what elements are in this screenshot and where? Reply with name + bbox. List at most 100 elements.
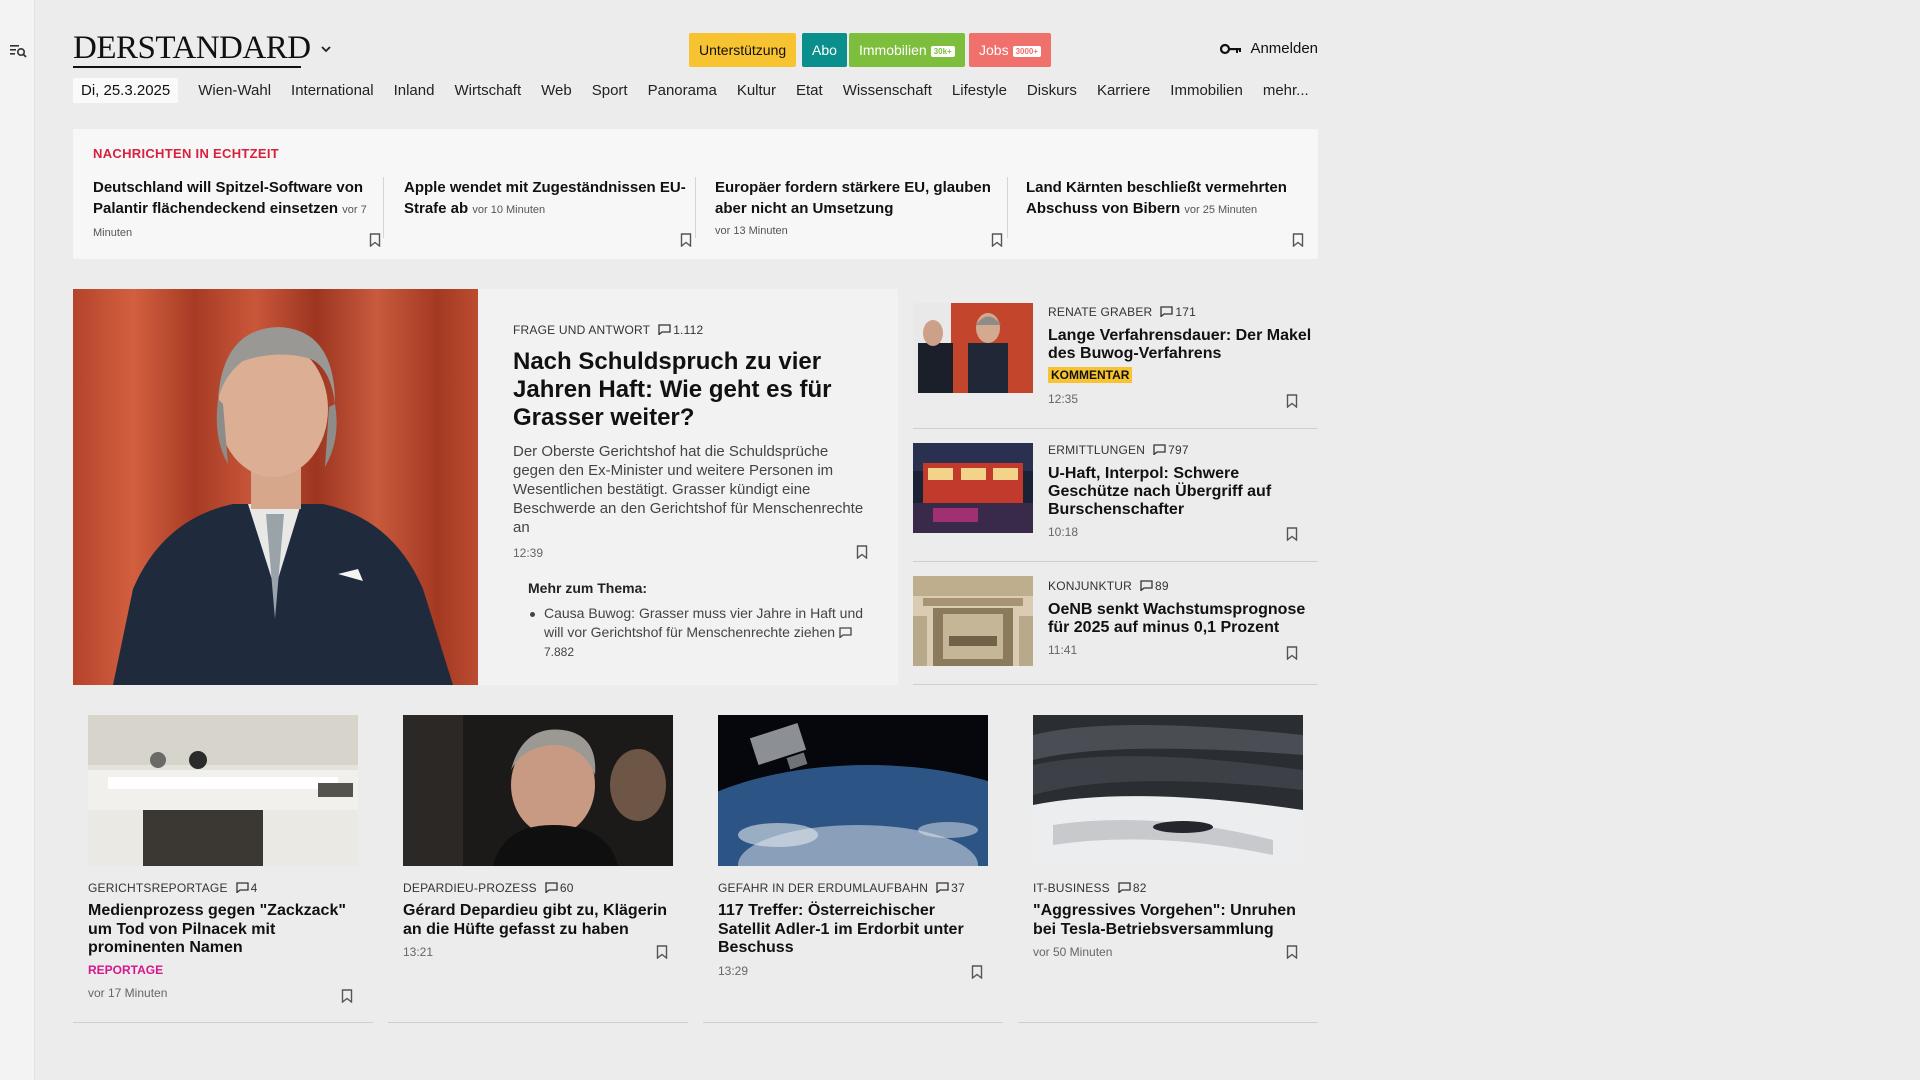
bookmark-icon[interactable] [1286,945,1298,959]
comment-icon [658,324,671,336]
story-card-image[interactable] [718,715,988,866]
bookmark-icon[interactable] [341,989,353,1003]
nav-item-sport[interactable]: Sport [582,82,638,99]
side-story-title[interactable]: OeNB senkt Wachstumsprognose für 2025 au… [1048,601,1313,637]
site-logo[interactable]: DERSTANDARD [73,28,311,68]
nav-item-web[interactable]: Web [531,82,582,99]
story-time: 13:21 [403,945,434,959]
nav-item-wien-wahl[interactable]: Wien-Wahl [188,82,281,99]
comment-count[interactable]: 82 [1118,881,1147,895]
lead-story-image[interactable] [73,289,478,685]
nav-item-lifestyle[interactable]: Lifestyle [942,82,1017,99]
side-story: RENATE GRABER 171 Lange Verfahrensdauer: … [913,303,1318,429]
bookmark-icon[interactable] [856,545,868,559]
side-story: ERMITTLUNGEN 797 U-Haft, Interpol: Schwer… [913,443,1318,562]
bookmark-icon[interactable] [656,945,668,959]
comment-icon [1118,882,1131,894]
related-item[interactable]: Causa Buwog: Grasser muss vier Jahre in … [530,604,873,662]
chevron-down-icon[interactable] [319,42,333,56]
bookmark-icon[interactable] [971,965,983,979]
story-card-body: GEFAHR IN DER ERDUMLAUFBAHN 37 117 Treffe… [718,881,988,978]
story-card: GEFAHR IN DER ERDUMLAUFBAHN 37 117 Treffe… [703,715,1003,1023]
jobs-count-badge: 3000+ [1012,45,1042,57]
bookmark-icon[interactable] [680,233,692,247]
ticker-divider [695,177,696,238]
nav-item-wissenschaft[interactable]: Wissenschaft [833,82,942,99]
ticker-item[interactable]: Deutschland will Spitzel-Software von Pa… [93,177,383,247]
bookmark-icon[interactable] [1286,394,1298,408]
comment-count[interactable]: 797 [1153,443,1189,457]
login-button[interactable]: Anmelden [1220,38,1318,60]
bookmark-icon[interactable] [1292,233,1304,247]
ticker-item[interactable]: Land Kärnten beschließt vermehrten Absch… [1026,177,1306,247]
story-kicker: GEFAHR IN DER ERDUMLAUFBAHN 37 [718,881,988,895]
story-category: KONJUNKTUR [1048,579,1133,593]
immobilien-button[interactable]: Immobilien 30k+ [849,33,965,67]
bookmark-icon[interactable] [991,233,1003,247]
ticker-item-title: Deutschland will Spitzel-Software von Pa… [93,179,364,217]
current-date: Di, 25.3.2025 [73,77,179,103]
bookmark-icon[interactable] [369,233,381,247]
abo-label: Abo [812,42,837,58]
side-story-body: RENATE GRABER 171 Lange Verfahrensdauer: … [1048,305,1313,406]
nav-item-more[interactable]: mehr... [1253,82,1319,99]
comment-count[interactable]: 171 [1160,305,1196,319]
ticker-item[interactable]: Apple wendet mit Zugeständnissen EU-Stra… [404,177,694,247]
comment-count[interactable]: 4 [236,881,258,895]
abo-button[interactable]: Abo [802,33,847,67]
nav-item-panorama[interactable]: Panorama [638,82,727,99]
side-story-image[interactable] [913,303,1033,393]
comment-count-value: 797 [1168,443,1189,457]
key-icon [1220,43,1242,55]
story-card-image[interactable] [1033,715,1303,866]
bookmark-icon[interactable] [1286,646,1298,660]
comment-icon [1140,580,1153,592]
side-story-title[interactable]: Lange Verfahrensdauer: Der Makel des Buw… [1048,327,1313,363]
story-card-title[interactable]: Gérard Depardieu gibt zu, Klägerin an di… [403,902,673,939]
comment-count-value: 171 [1175,305,1197,319]
comment-icon [839,627,852,639]
jobs-button[interactable]: Jobs 3000+ [969,33,1052,67]
comment-count-value: 89 [1155,579,1169,593]
story-kicker: IT-BUSINESS 82 [1033,881,1303,895]
story-category: FRAGE UND ANTWORT [513,323,651,337]
story-category: GERICHTSREPORTAGE [88,881,228,895]
support-button[interactable]: Unterstützung [689,33,797,67]
story-kicker: RENATE GRABER 171 [1048,305,1313,319]
side-story-image[interactable] [913,443,1033,533]
story-card-image[interactable] [88,715,358,866]
nav-item-kultur[interactable]: Kultur [727,82,786,99]
story-card: IT-BUSINESS 82 "Aggressives Vorgehen": Un… [1018,715,1318,1023]
side-story-image[interactable] [913,576,1033,666]
nav-item-karriere[interactable]: Karriere [1087,82,1160,99]
lead-story-body: FRAGE UND ANTWORT 1.112 Nach Schuldspruch… [513,323,873,662]
menu-search-icon[interactable] [9,42,27,60]
side-story-body: KONJUNKTUR 89 OeNB senkt Wachstumsprognos… [1048,579,1313,657]
lead-story-title[interactable]: Nach Schuldspruch zu vier Jahren Haft: W… [513,348,873,432]
nav-item-diskurs[interactable]: Diskurs [1017,82,1087,99]
nav-item-inland[interactable]: Inland [384,82,445,99]
story-card-title[interactable]: 117 Treffer: Österreichischer Satellit A… [718,902,988,958]
story-card-title[interactable]: Medienprozess gegen "Zackzack" um Tod vo… [88,902,358,958]
side-story-title[interactable]: U-Haft, Interpol: Schwere Geschütze nach… [1048,465,1313,519]
jobs-label: Jobs [979,42,1009,58]
nav-item-etat[interactable]: Etat [786,82,833,99]
comment-count[interactable]: 37 [936,881,965,895]
nav-item-immobilien[interactable]: Immobilien [1160,82,1253,99]
story-category: GEFAHR IN DER ERDUMLAUFBAHN [718,881,929,895]
comment-count[interactable]: 60 [545,881,574,895]
ticker-item[interactable]: Europäer fordern stärkere EU, glauben ab… [715,177,1005,247]
bookmark-icon[interactable] [1286,527,1298,541]
story-time: vor 17 Minuten [88,985,168,1000]
comment-count[interactable]: 89 [1140,579,1169,593]
ticker-divider [383,177,384,238]
story-card-title[interactable]: "Aggressives Vorgehen": Unruhen bei Tesl… [1033,902,1303,939]
nav-item-international[interactable]: International [281,82,384,99]
support-label: Unterstützung [699,42,787,58]
nav-item-wirtschaft[interactable]: Wirtschaft [444,82,531,99]
story-card-image[interactable] [403,715,673,866]
logo-underline [73,66,301,68]
left-sidebar [0,0,35,1080]
comment-count[interactable]: 1.112 [658,323,703,337]
ticker-divider [1007,177,1008,238]
